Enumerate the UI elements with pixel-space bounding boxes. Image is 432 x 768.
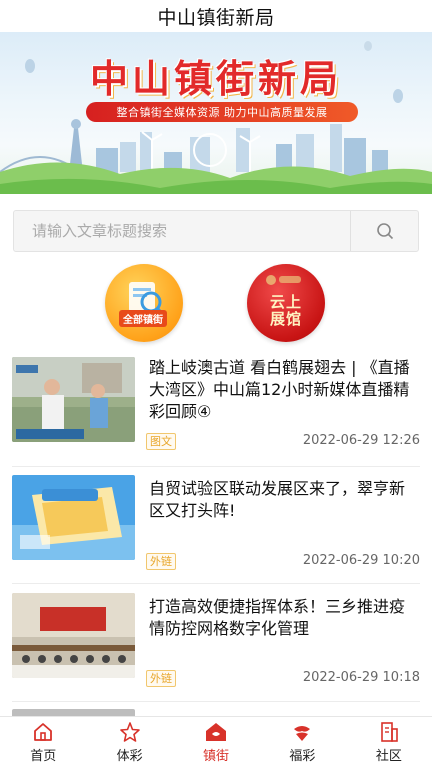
category-all-towns[interactable]: 全部镇街: [102, 264, 186, 342]
tab-label: 首页: [30, 749, 57, 764]
app-header: 中山镇街新局: [0, 0, 432, 32]
welfare-lottery-icon: [294, 726, 311, 741]
banner-subtitle: 整合镇街全媒体资源 助力中山高质量发展: [86, 102, 358, 122]
news-tag: 外链: [146, 553, 176, 570]
search-input[interactable]: [14, 211, 350, 251]
home-icon: [34, 723, 53, 741]
sports-lottery-icon: [119, 722, 140, 742]
search-icon: [376, 223, 393, 240]
news-title: 自贸试验区联动发展区来了，翠亨新区又打头阵!: [149, 479, 406, 520]
tab-label: 社区: [375, 749, 402, 764]
news-thumbnail: [12, 593, 135, 678]
tab-label: 福彩: [289, 749, 316, 764]
news-thumbnail-partial: [12, 709, 135, 716]
news-title: 打造高效便捷指挥体系！三乡推进疫情防控网格数字化管理: [149, 597, 406, 638]
town-icon: [206, 723, 227, 741]
category-label: 云上展馆: [247, 294, 325, 328]
tab-label: 体彩: [116, 749, 143, 764]
page-title: 中山镇街新局: [157, 6, 275, 29]
news-tag: 外链: [146, 670, 176, 687]
tab-town[interactable]: 镇街: [173, 717, 259, 768]
category-cloud-exhibition[interactable]: 云上展馆: [244, 264, 328, 342]
tab-label: 镇街: [203, 749, 230, 764]
search-bar: [13, 210, 419, 252]
tab-welfare-lottery[interactable]: 福彩: [259, 717, 345, 768]
news-item[interactable]: 自贸试验区联动发展区来了，翠亨新区又打头阵! 外链 2022-06-29 10:…: [12, 475, 420, 593]
news-item[interactable]: 踏上岐澳古道 看白鹤展翅去 | 《直播大湾区》中山篇12小时新媒体直播精彩回顾④…: [12, 357, 420, 475]
divider: [12, 583, 420, 584]
banner-title: 中山镇街新局: [89, 57, 342, 101]
divider: [12, 701, 420, 702]
tab-home[interactable]: 首页: [0, 717, 86, 768]
divider: [12, 466, 420, 467]
cloud-exhibition-icon: 云上展馆: [247, 264, 325, 342]
hero-banner[interactable]: 中山镇街新局 整合镇街全媒体资源 助力中山高质量发展: [0, 32, 432, 194]
community-icon: [381, 722, 398, 742]
tab-sports-lottery[interactable]: 体彩: [86, 717, 172, 768]
news-tag: 图文: [146, 433, 176, 450]
bottom-tab-bar: 首页 体彩 镇街 福彩 社区: [0, 716, 432, 768]
news-thumbnail: [12, 357, 135, 442]
news-item[interactable]: 打造高效便捷指挥体系！三乡推进疫情防控网格数字化管理 外链 2022-06-29…: [12, 593, 420, 711]
news-time: 2022-06-29 10:18: [302, 670, 420, 685]
category-label: 全部镇街: [119, 310, 167, 327]
news-title: 踏上岐澳古道 看白鹤展翅去 | 《直播大湾区》中山篇12小时新媒体直播精彩回顾④: [149, 358, 410, 421]
tab-community[interactable]: 社区: [346, 717, 432, 768]
news-time: 2022-06-29 12:26: [302, 433, 420, 448]
category-label-text: 云上展馆: [269, 293, 302, 328]
news-time: 2022-06-29 10:20: [302, 553, 420, 568]
search-button[interactable]: [350, 211, 418, 251]
all-towns-icon: 全部镇街: [105, 264, 183, 342]
news-thumbnail: [12, 475, 135, 560]
